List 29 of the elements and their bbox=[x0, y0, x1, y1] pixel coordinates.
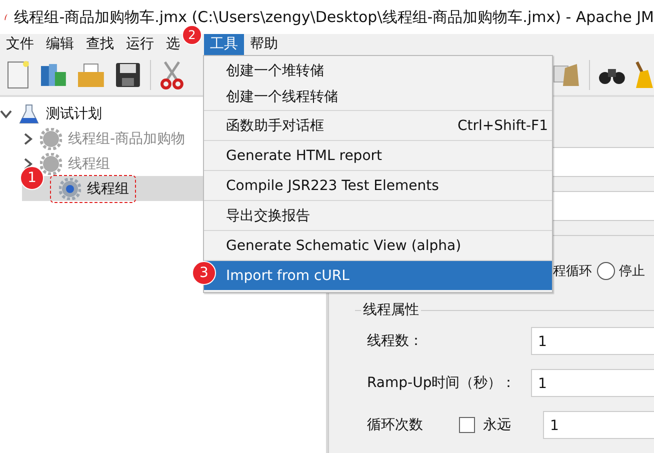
field-label: Ramp-Up时间（秒）： bbox=[366, 374, 517, 392]
tree-label: 线程组-商品加购物 bbox=[68, 130, 186, 148]
menu-item[interactable]: 工具 bbox=[204, 34, 244, 55]
input-field[interactable]: 1 bbox=[543, 411, 654, 439]
menu-item[interactable]: Compile JSR223 Test Elements bbox=[204, 170, 552, 200]
menu-item[interactable]: 文件 bbox=[6, 34, 34, 55]
menu-item[interactable]: 运行 bbox=[126, 34, 154, 55]
input-field[interactable]: 1 bbox=[531, 369, 654, 397]
tree-label: 测试计划 bbox=[46, 104, 102, 122]
shortcut-text: Ctrl+Shift-F1 bbox=[458, 118, 548, 134]
group-title: 线程属性 bbox=[361, 301, 421, 319]
checkbox-label: 永远 bbox=[483, 416, 511, 434]
tree-label: 线程组 bbox=[68, 154, 110, 172]
field-label: 循环次数 bbox=[367, 416, 423, 434]
menu-item[interactable]: 创建一个堆转储 bbox=[204, 58, 552, 84]
menu-item[interactable]: 导出交换报告 bbox=[204, 200, 552, 230]
radio-label: 程循环 bbox=[553, 263, 592, 280]
menu-item[interactable]: 编辑 bbox=[46, 34, 74, 55]
menu-item[interactable]: Generate HTML report bbox=[204, 140, 552, 170]
menu-item[interactable]: 选 bbox=[166, 34, 180, 55]
menu-item[interactable]: 函数助手对话框 Ctrl+Shift-F1 bbox=[204, 110, 552, 140]
menu-item[interactable]: 创建一个线程转储 bbox=[204, 84, 552, 110]
menu-item[interactable]: 查找 bbox=[86, 34, 114, 55]
tree-label: 线程组 bbox=[87, 180, 129, 198]
window-title: 线程组-商品加购物车.jmx (C:\Users\zengy\Desktop\线程组-商品加购物车.jmx) - Apache JM bbox=[14, 8, 654, 26]
input-field[interactable]: 1 bbox=[531, 327, 654, 355]
menu-item[interactable]: 帮助 bbox=[250, 34, 278, 55]
radio-button[interactable]: 停止 bbox=[597, 262, 645, 280]
field-label: 线程数： bbox=[366, 332, 424, 350]
